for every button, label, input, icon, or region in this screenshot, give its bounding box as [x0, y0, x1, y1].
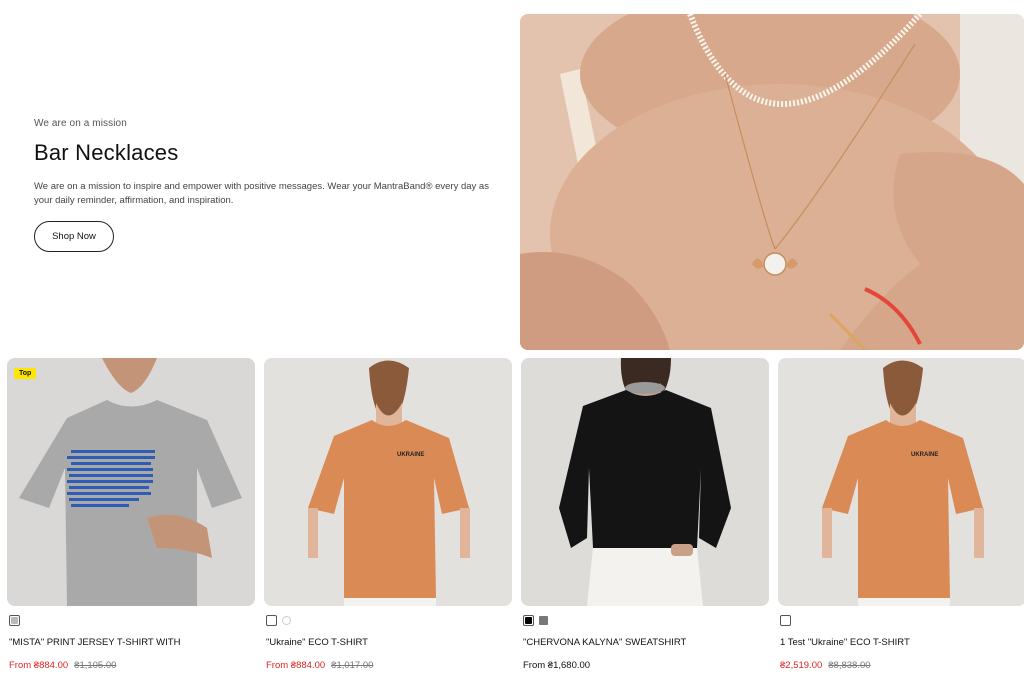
color-swatches	[523, 615, 769, 626]
product-price: From ₴1,680.00	[523, 660, 591, 671]
shirt-print-text: UKRAINE	[911, 452, 938, 458]
product-name[interactable]: 1 Test "Ukraine" ECO T-SHIRT	[780, 637, 1024, 648]
product-name[interactable]: "Ukraine" ECO T-SHIRT	[266, 637, 512, 648]
color-swatch-alt[interactable]	[539, 616, 548, 625]
necklace-illustration	[520, 14, 1024, 350]
product-image[interactable]	[521, 358, 769, 606]
product-name[interactable]: "CHERVONA KALYNA" SWEATSHIRT	[523, 637, 769, 648]
product-name[interactable]: "MISTA" PRINT JERSEY T-SHIRT WITH	[9, 637, 255, 648]
product-price: From ₴884.00	[9, 660, 69, 671]
product-image[interactable]: Top	[7, 358, 255, 606]
product-price-row: From ₴1,680.00	[523, 660, 769, 671]
hero-description: We are on a mission to inspire and empow…	[34, 181, 489, 206]
shop-now-button[interactable]: Shop Now	[34, 221, 114, 252]
top-badge: Top	[14, 368, 37, 379]
shirt-print-text: UKRAINE	[397, 452, 424, 458]
color-swatch[interactable]	[523, 615, 534, 626]
product-card[interactable]: UKRAINE 1 Test "Ukraine" ECO T-SHIRT ₴2,…	[778, 358, 1024, 671]
product-price-row: From ₴884.00 ₴1,105.00	[9, 660, 255, 671]
color-swatch[interactable]	[266, 615, 277, 626]
product-price: ₴2,519.00	[780, 660, 823, 671]
product-card[interactable]: "CHERVONA KALYNA" SWEATSHIRT From ₴1,680…	[521, 358, 769, 671]
color-swatches	[780, 615, 1024, 626]
hero-necklace-image	[520, 14, 1024, 350]
tshirt-illustration	[7, 358, 255, 606]
hero-eyebrow: We are on a mission	[34, 118, 127, 129]
tshirt-illustration: UKRAINE	[264, 358, 512, 606]
sweatshirt-illustration	[521, 358, 769, 606]
product-price-row: From ₴884.00 ₴1,017.00	[266, 660, 512, 671]
product-price: From ₴884.00	[266, 660, 326, 671]
product-card[interactable]: Top "MISTA" PRINT JERSEY T-SHIRT WITH Fr…	[7, 358, 255, 671]
color-swatches	[266, 615, 512, 626]
hero-text-block: We are on a mission Bar Necklaces We are…	[34, 118, 504, 252]
product-old-price: ₴8,838.00	[828, 660, 871, 671]
product-old-price: ₴1,017.00	[331, 660, 374, 671]
product-image[interactable]: UKRAINE	[778, 358, 1024, 606]
tshirt-illustration: UKRAINE	[778, 358, 1024, 606]
product-image[interactable]: UKRAINE	[264, 358, 512, 606]
product-price-row: ₴2,519.00 ₴8,838.00	[780, 660, 1024, 671]
color-swatch[interactable]	[780, 615, 791, 626]
color-swatch[interactable]	[9, 615, 20, 626]
hero-title: Bar Necklaces	[34, 140, 179, 165]
color-swatch-alt[interactable]	[282, 616, 291, 625]
product-old-price: ₴1,105.00	[74, 660, 117, 671]
color-swatches	[9, 615, 255, 626]
product-card[interactable]: UKRAINE "Ukraine" ECO T-SHIRT From ₴884.…	[264, 358, 512, 671]
